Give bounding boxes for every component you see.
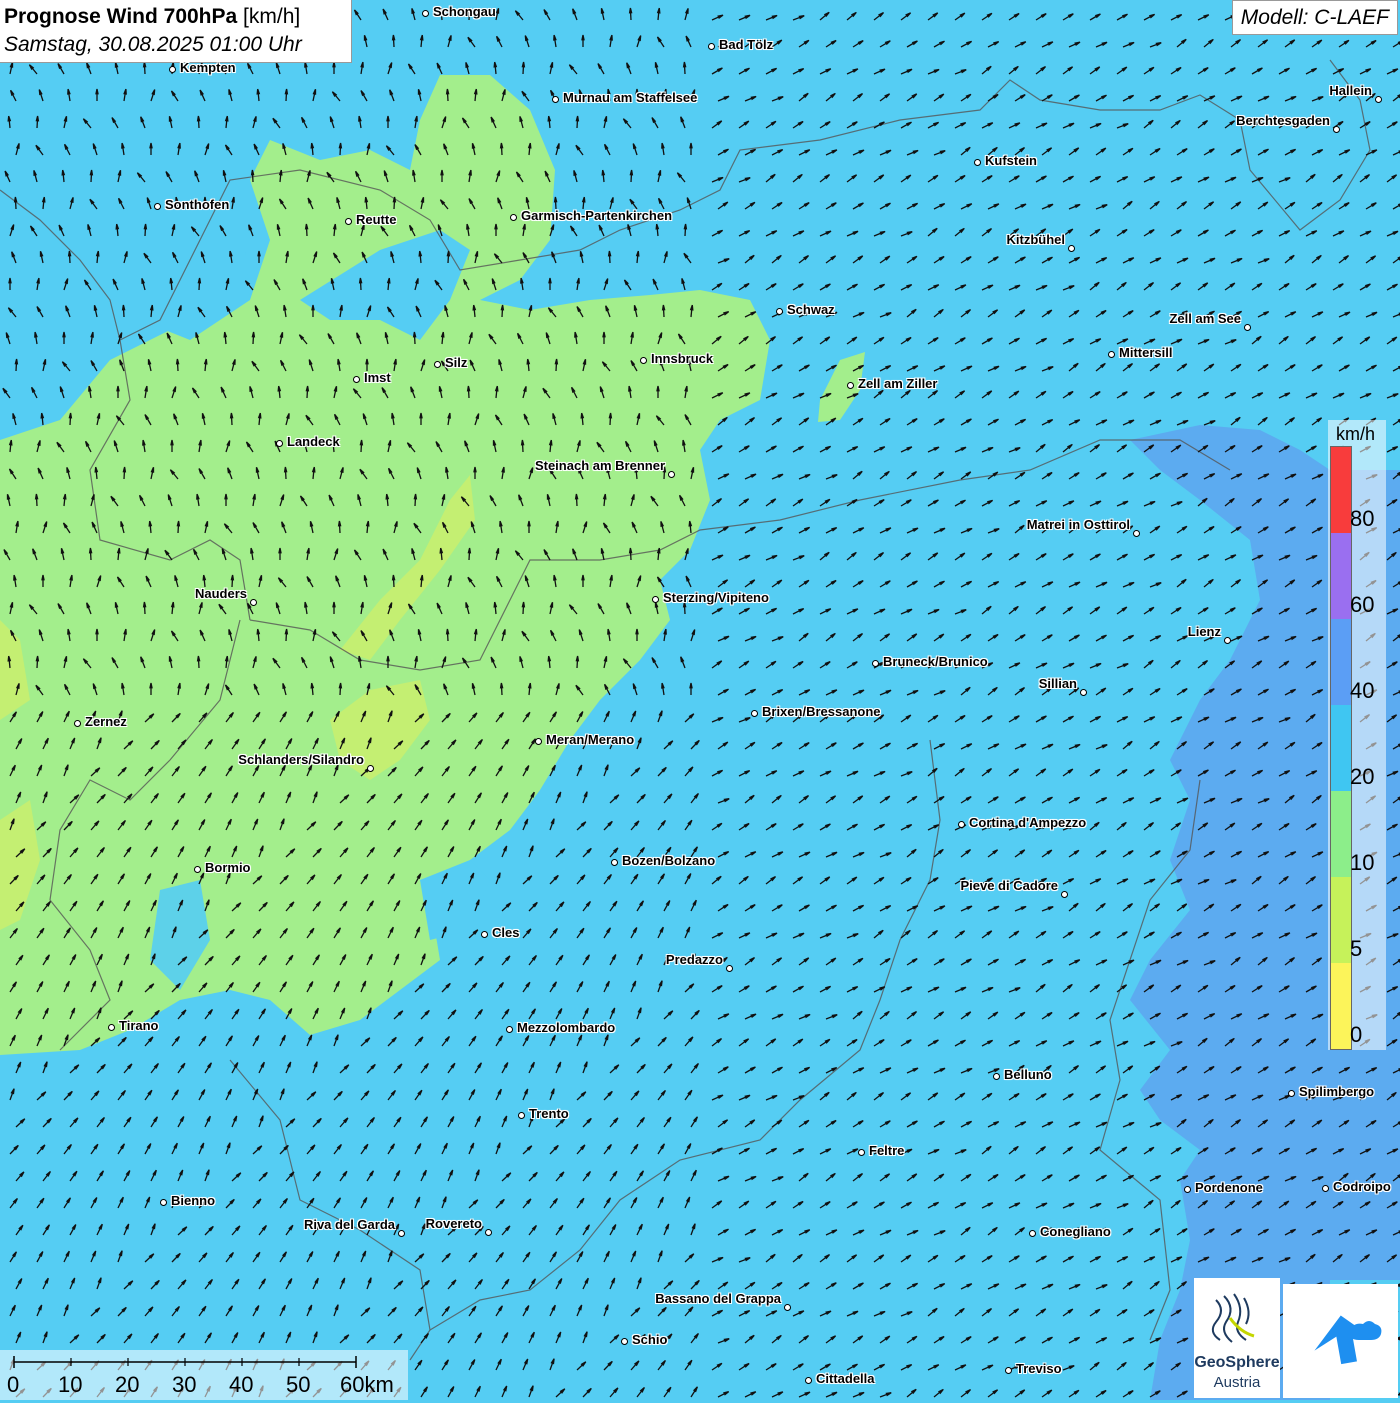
wind-arrow-head [636,629,638,634]
wind-arrow-head [582,35,584,40]
wind-arrow-head [258,251,260,256]
wind-arrow-head [690,143,692,148]
wind-arrow-head [9,278,11,283]
wind-arrow-head [690,683,692,688]
wind-arrow-head [96,629,98,634]
wind-arrow-head [387,116,389,121]
wind-arrow-head [312,305,314,310]
wind-arrow-head [42,575,44,580]
wind-arrow-head [657,386,659,391]
wind-arrow-head [150,143,152,148]
wind-arrow-head [279,548,281,553]
wind-arrow-head [63,332,65,337]
wind-arrow-head [387,656,389,661]
wind-arrow-head [150,683,152,688]
wind-arrow-head [441,170,443,175]
wind-arrow-head [96,89,98,94]
wind-arrow-head [474,467,476,472]
wind-arrow-head [582,575,584,580]
wind-arrow-head [420,413,422,418]
wind-arrow-head [603,332,605,337]
wind-arrow-head [117,386,119,391]
wind-arrow-head [225,494,227,499]
wind-arrow-head [333,602,335,607]
wind-arrow-head [366,359,368,364]
wind-arrow-head [528,521,530,526]
wind-arrow-head [495,224,497,229]
wind-arrow-head [549,278,551,283]
wind-arrow-head [171,440,173,445]
